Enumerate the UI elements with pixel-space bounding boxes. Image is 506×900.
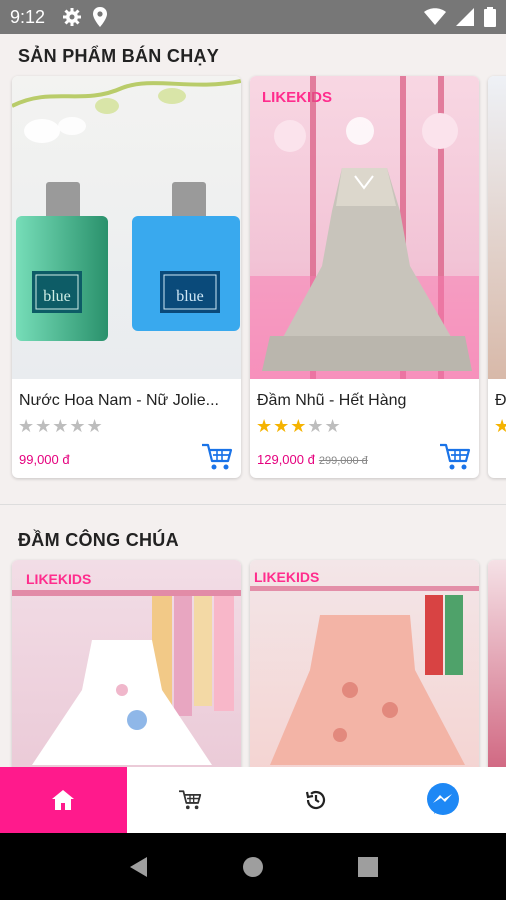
product-card[interactable] — [488, 560, 506, 767]
product-name[interactable]: Đ — [495, 392, 506, 410]
section-title-best-sellers: SẢN PHẨM BÁN CHẠY — [18, 46, 220, 66]
back-icon[interactable] — [127, 855, 149, 879]
status-time: 9:12 — [10, 7, 46, 27]
svg-text:blue: blue — [176, 288, 204, 305]
product-card[interactable]: Đ ★ — [488, 76, 506, 478]
messenger-icon — [426, 783, 459, 815]
product-image-dress[interactable]: LIKEKIDS — [250, 560, 479, 767]
android-navigation-bar — [0, 833, 506, 900]
section-title-princess-dresses: ĐẦM CÔNG CHÚA — [18, 530, 179, 550]
product-image-dress[interactable]: LIKEKIDS — [12, 560, 241, 767]
brand-watermark: LIKEKIDS — [26, 571, 91, 587]
signal-icon — [456, 8, 474, 26]
product-image-perfume[interactable]: blue blue — [12, 76, 241, 379]
product-price: 129,000 đ 299,000 đ — [257, 452, 368, 467]
battery-icon — [484, 7, 496, 27]
tab-messenger[interactable] — [380, 767, 506, 833]
product-image-dress[interactable]: LIKEKIDS — [250, 76, 479, 379]
product-card[interactable]: LIKEKIDS — [250, 560, 479, 767]
tab-cart[interactable] — [127, 767, 254, 833]
wifi-icon — [424, 8, 446, 25]
tab-history[interactable] — [253, 767, 380, 833]
location-icon — [93, 7, 107, 27]
brand-watermark: LIKEKIDS — [262, 89, 332, 106]
bottom-nav — [0, 767, 506, 833]
brand-watermark: LIKEKIDS — [254, 569, 319, 585]
product-name[interactable]: Đầm Nhũ - Hết Hàng — [257, 392, 472, 410]
add-to-cart-icon[interactable] — [201, 442, 233, 472]
main-content[interactable]: SẢN PHẨM BÁN CHẠY blue blue Nước Hoa Nam… — [0, 34, 506, 767]
product-image[interactable] — [488, 76, 506, 379]
product-card[interactable]: LIKEKIDS — [12, 560, 241, 767]
product-card[interactable]: LIKEKIDS Đầm Nhũ - Hết Hàng ★★★★★ 129,00… — [250, 76, 479, 478]
history-icon — [306, 790, 326, 810]
home-icon — [52, 790, 75, 810]
tab-home[interactable] — [0, 767, 127, 833]
add-to-cart-icon[interactable] — [439, 442, 471, 472]
settings-icon — [63, 8, 81, 26]
product-rating: ★★★★★ — [256, 416, 342, 436]
product-card[interactable]: blue blue Nước Hoa Nam - Nữ Jolie... ★★★… — [12, 76, 241, 478]
product-old-price: 299,000 đ — [318, 455, 368, 467]
product-rating: ★ — [494, 416, 506, 436]
product-name[interactable]: Nước Hoa Nam - Nữ Jolie... — [19, 392, 234, 410]
status-bar: 9:12 — [0, 0, 506, 34]
cart-icon — [178, 790, 201, 810]
product-image[interactable] — [488, 560, 506, 767]
product-rating: ★★★★★ — [18, 416, 104, 436]
recents-icon[interactable] — [357, 856, 379, 878]
svg-text:blue: blue — [43, 288, 71, 305]
section-divider — [0, 504, 506, 505]
home-circle-icon[interactable] — [242, 856, 264, 878]
product-price: 99,000 đ — [19, 452, 70, 467]
